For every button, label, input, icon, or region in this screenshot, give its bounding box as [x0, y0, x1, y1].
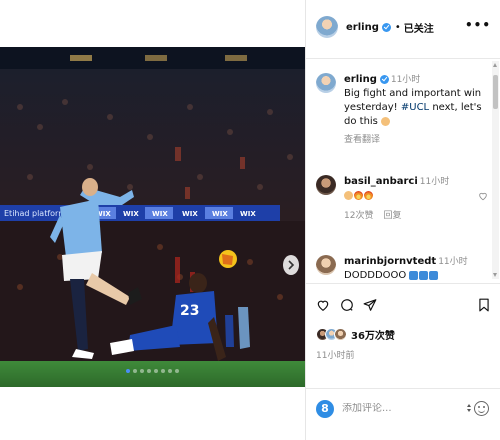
caption-item: erling 11小时 Big fight and important win y…: [316, 73, 490, 147]
post-timestamp[interactable]: 11小时前: [316, 348, 354, 361]
carousel-dot[interactable]: [161, 369, 165, 373]
comment-icon[interactable]: [340, 298, 354, 312]
heart-icon[interactable]: [316, 298, 330, 312]
carousel-dots: [0, 369, 305, 373]
follow-button[interactable]: 已关注: [404, 20, 434, 35]
stadium-banner-text: Etihad platform: [4, 209, 66, 218]
caption-body: erling 11小时 Big fight and important win y…: [344, 73, 490, 147]
reply-button[interactable]: 回复: [383, 211, 401, 221]
comment-username[interactable]: basil_anbarci: [344, 176, 418, 187]
like-count[interactable]: 36万次赞: [351, 327, 395, 342]
carousel-dot[interactable]: [168, 369, 172, 373]
fire-emoji-icon: [354, 190, 363, 200]
post-side-panel: erling • 已关注 ••• erling 11小时 Big fight an…: [305, 0, 500, 440]
caption-avatar[interactable]: [316, 73, 336, 93]
comment-time: 11小时: [419, 177, 450, 187]
carousel-dot[interactable]: [147, 369, 151, 373]
caption-time: 11小时: [390, 75, 421, 85]
chevron-right-icon: [288, 260, 295, 270]
caption-hashtag-link[interactable]: #UCL: [401, 102, 429, 113]
sticker-icon[interactable]: 8: [316, 399, 334, 418]
header-separator: •: [394, 21, 401, 33]
comments-section[interactable]: erling 11小时 Big fight and important win y…: [306, 58, 500, 282]
comment-time: 11小时: [438, 257, 468, 267]
blue-heart-emoji-icon: [409, 270, 419, 280]
bookmark-icon[interactable]: [478, 298, 490, 312]
comment-meta: 12次赞 回复: [344, 209, 490, 223]
caption-username[interactable]: erling: [344, 74, 377, 85]
translate-link[interactable]: 查看翻译: [344, 133, 490, 147]
praying-hands-emoji-icon: [381, 116, 391, 126]
carousel-dot[interactable]: [154, 369, 158, 373]
comment-composer: 8: [306, 388, 500, 428]
more-options-icon[interactable]: •••: [465, 18, 491, 32]
comment-item: marinbjornvtedt 11小时 DODDDOOO: [316, 255, 490, 282]
football-photo-illustration: Etihad platform WIX WIX WIX WIX WIX WIX: [0, 47, 305, 387]
comment-body: marinbjornvtedt 11小时 DODDDOOO: [344, 255, 490, 282]
clapping-emoji-icon: [344, 190, 353, 200]
commenter-avatar[interactable]: [316, 255, 336, 275]
input-stepper[interactable]: [467, 404, 471, 412]
carousel-dot[interactable]: [175, 369, 179, 373]
fire-emoji-icon: [364, 190, 373, 200]
player-number: 23: [180, 303, 199, 319]
banner-wix-5: WIX: [212, 210, 228, 218]
media-panel: Etihad platform WIX WIX WIX WIX WIX WIX: [0, 0, 305, 440]
banner-wix-3: WIX: [152, 210, 168, 218]
emoji-icon[interactable]: [474, 401, 489, 416]
post-photo[interactable]: Etihad platform WIX WIX WIX WIX WIX WIX: [0, 47, 305, 387]
likes-row: 36万次赞: [316, 327, 395, 342]
verified-icon: [379, 74, 389, 84]
blue-heart-emoji-icon: [429, 270, 439, 280]
comment-body: basil_anbarci 11小时 12次赞 回复: [344, 175, 490, 223]
scroll-up-icon[interactable]: [493, 63, 497, 67]
comment-like-count[interactable]: 12次赞: [344, 211, 373, 221]
comments-scrollbar[interactable]: [492, 61, 499, 279]
post-header: erling • 已关注 •••: [306, 12, 500, 42]
blue-heart-emoji-icon: [419, 270, 429, 280]
comment-text: DODDDOOO: [344, 270, 407, 281]
banner-wix-4: WIX: [182, 210, 198, 218]
action-bar: [306, 283, 500, 327]
scrollbar-thumb[interactable]: [493, 75, 498, 109]
comment-input[interactable]: [342, 403, 462, 414]
comment-item: basil_anbarci 11小时 12次赞 回复: [316, 175, 490, 223]
banner-wix-6: WIX: [240, 210, 256, 218]
carousel-dot[interactable]: [133, 369, 137, 373]
banner-wix-2: WIX: [123, 210, 139, 218]
commenter-avatar[interactable]: [316, 175, 336, 195]
scroll-down-icon[interactable]: [493, 273, 497, 277]
carousel-dot[interactable]: [126, 369, 130, 373]
carousel-dot[interactable]: [140, 369, 144, 373]
verified-icon: [381, 22, 391, 32]
author-username[interactable]: erling: [346, 22, 379, 33]
comment-heart-icon[interactable]: [478, 191, 488, 201]
carousel-next-button[interactable]: [283, 255, 299, 275]
liker-avatar: [334, 328, 347, 341]
comment-username[interactable]: marinbjornvtedt: [344, 256, 436, 267]
share-icon[interactable]: [363, 298, 377, 312]
author-avatar[interactable]: [316, 16, 338, 38]
